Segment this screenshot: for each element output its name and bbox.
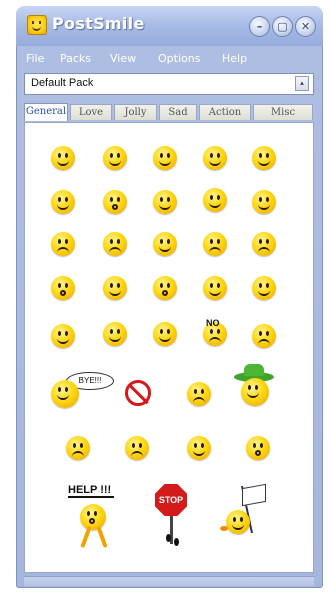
content-emoticon-icon[interactable] [153, 232, 177, 256]
close-button[interactable]: ✕ [295, 16, 316, 37]
title-bar[interactable]: PostSmile – ▢ ✕ [16, 6, 323, 46]
smirk-emoticon-icon[interactable] [203, 276, 227, 300]
upset-emoticon-icon[interactable] [203, 232, 227, 256]
bye-emoticon-icon[interactable] [51, 380, 79, 408]
footprints-icon [166, 534, 182, 546]
help-sign-text: HELP !!! [68, 484, 112, 496]
window-title: PostSmile [52, 14, 145, 33]
restore-button[interactable]: ▢ [272, 16, 293, 37]
tab-general[interactable]: General [24, 103, 68, 121]
crying-emoticon-icon[interactable] [252, 324, 276, 348]
pack-select[interactable]: Default Pack ▴ [24, 73, 314, 95]
status-bar [24, 576, 314, 586]
no-smoking-emoticon-icon[interactable] [125, 380, 151, 406]
happy-emoticon-icon[interactable] [103, 146, 127, 170]
tab-sad[interactable]: Sad [159, 104, 197, 120]
menu-file[interactable]: File [26, 52, 44, 65]
scream-emoticon-icon[interactable] [246, 436, 270, 460]
confused-emoticon-icon[interactable] [103, 322, 127, 346]
wink-emoticon-icon[interactable] [203, 146, 227, 170]
meh-emoticon-icon[interactable] [187, 436, 211, 460]
worried-emoticon-icon[interactable] [51, 232, 75, 256]
menu-bar: File Packs View Options Help [22, 50, 317, 68]
menu-view[interactable]: View [110, 52, 136, 65]
dizzy-emoticon-icon[interactable] [66, 436, 90, 460]
duck-beak-icon [220, 526, 228, 531]
surprised-emoticon-icon[interactable] [103, 190, 127, 214]
menu-packs[interactable]: Packs [60, 52, 91, 65]
tongue-emoticon-icon[interactable] [252, 146, 276, 170]
grin-emoticon-icon[interactable] [153, 146, 177, 170]
pack-dropdown-button[interactable]: ▴ [295, 76, 309, 91]
tab-love[interactable]: Love [70, 104, 112, 120]
minimize-button[interactable]: – [249, 16, 270, 37]
bowtie-emoticon-icon[interactable] [51, 324, 75, 348]
sleepy-emoticon-icon[interactable] [153, 322, 177, 346]
category-tabs: General Love Jolly Sad Action Misc [24, 103, 314, 122]
help-sign-board [68, 496, 114, 498]
grumpy-emoticon-icon[interactable] [125, 436, 149, 460]
surrender-emoticon-icon[interactable] [226, 510, 250, 534]
tab-jolly[interactable]: Jolly [114, 104, 157, 120]
no-sign-text: NO [206, 318, 220, 328]
postsmile-app-icon [27, 15, 47, 35]
help-legs-icon [82, 526, 106, 552]
menu-help[interactable]: Help [222, 52, 247, 65]
gasp-emoticon-icon[interactable] [153, 276, 177, 300]
big-grin-emoticon-icon[interactable] [203, 188, 227, 212]
smile-emoticon-icon[interactable] [51, 146, 75, 170]
frown-emoticon-icon[interactable] [103, 232, 127, 256]
pack-select-value: Default Pack [31, 77, 94, 89]
menu-options[interactable]: Options [158, 52, 200, 65]
laugh-emoticon-icon[interactable] [51, 190, 75, 214]
shocked-emoticon-icon[interactable] [51, 276, 75, 300]
headphones-emoticon-icon[interactable] [103, 276, 127, 300]
hat-emoticon-icon[interactable] [241, 378, 269, 406]
tab-action[interactable]: Action [199, 104, 251, 120]
cheeky-emoticon-icon[interactable] [153, 190, 177, 214]
angry-emoticon-icon[interactable] [187, 382, 211, 406]
blank-emoticon-icon[interactable] [252, 276, 276, 300]
sad-emoticon-icon[interactable] [252, 232, 276, 256]
tab-misc[interactable]: Misc [253, 104, 313, 120]
nervous-emoticon-icon[interactable] [252, 190, 276, 214]
